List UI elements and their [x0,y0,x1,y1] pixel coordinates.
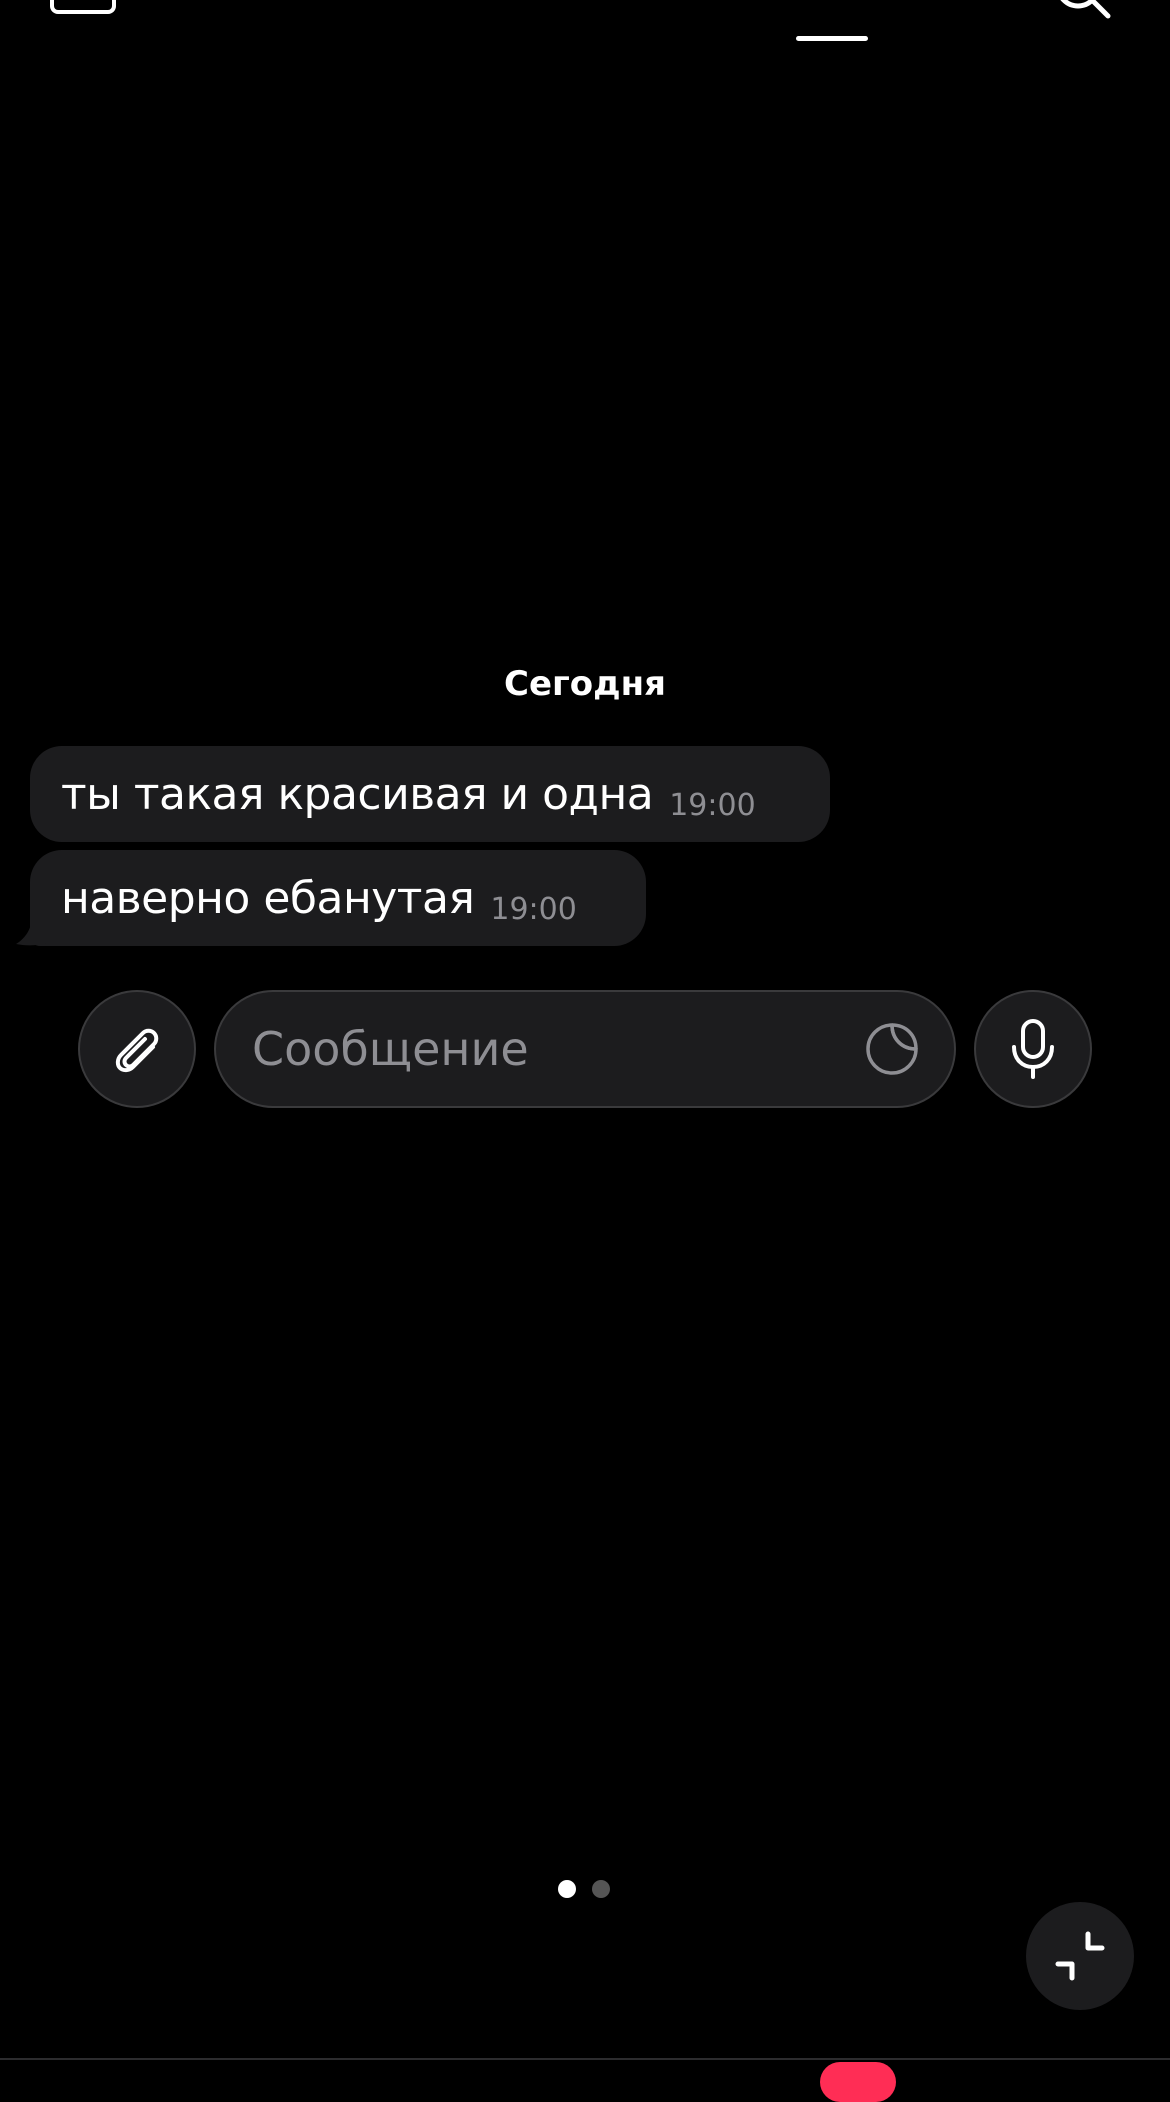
sticker-icon[interactable] [862,1019,922,1079]
date-header: Сегодня [504,664,666,704]
minimize-button[interactable] [1026,1902,1134,2010]
top-menu-icon[interactable] [50,0,116,14]
page-dot[interactable] [592,1880,610,1898]
search-icon[interactable] [1052,0,1114,22]
message-text: наверно ебанутая [61,872,475,924]
attach-button[interactable] [78,990,196,1108]
microphone-icon [1012,1019,1054,1079]
voice-record-button[interactable] [974,990,1092,1108]
notification-badge [820,2062,896,2102]
message-placeholder: Сообщение [252,1022,529,1076]
message-time: 19:00 [669,787,756,823]
paperclip-icon [115,1028,159,1073]
page-indicator [558,1880,610,1898]
message-bubble[interactable]: ты такая красивая и одна 19:00 [30,746,830,842]
collapse-icon [1055,1931,1105,1981]
message-input[interactable]: Сообщение [214,990,956,1108]
tab-bar-divider [0,2058,1170,2060]
message-bubble[interactable]: наверно ебанутая 19:00 [30,850,646,946]
active-tab-indicator [796,36,868,41]
message-text: ты такая красивая и одна [61,768,654,820]
message-time: 19:00 [490,891,577,927]
page-dot-active[interactable] [558,1880,576,1898]
bubble-tail [16,916,50,946]
